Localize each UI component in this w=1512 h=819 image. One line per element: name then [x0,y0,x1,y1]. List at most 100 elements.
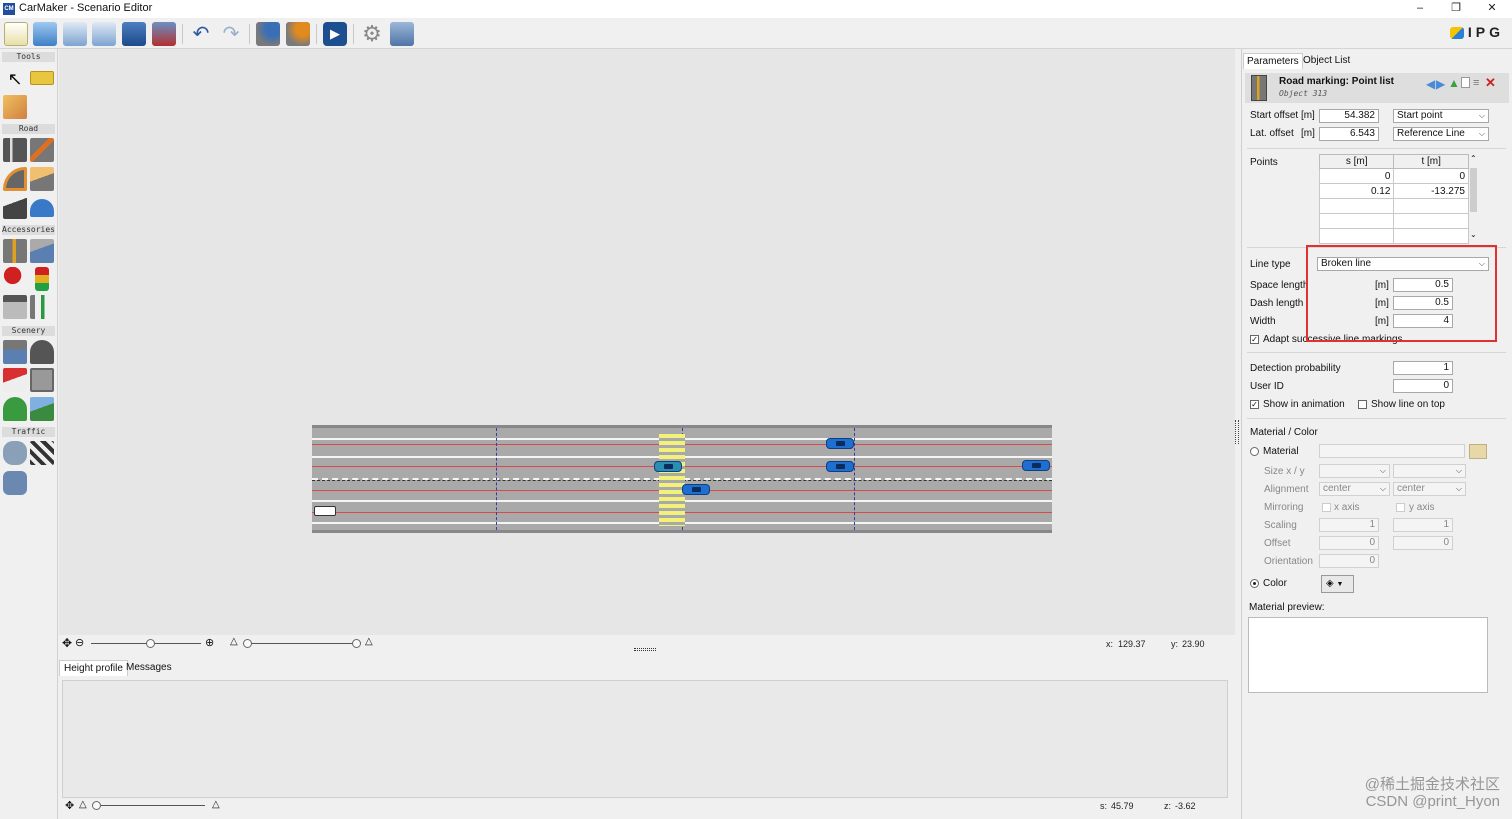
landscape-icon[interactable] [30,397,54,421]
restore-button[interactable]: ❐ [1438,0,1474,18]
lane-icon[interactable] [3,195,27,219]
pan-icon[interactable]: ✥ [65,799,74,812]
select-arrow-icon[interactable]: ↖ [3,67,27,91]
scale-low-icon[interactable]: △ [79,799,87,810]
tilt-slider-knob-right[interactable] [352,639,361,648]
table-cell[interactable] [1393,198,1469,214]
table-cell[interactable] [1393,228,1469,244]
table-cell[interactable] [1318,213,1395,229]
table-row[interactable] [1318,198,1469,214]
points-table[interactable]: s [m] t [m] 0 0 0.12 -13.275 [1318,154,1469,244]
lat-offset-mode-select[interactable]: Reference Line ⌵ [1393,127,1489,141]
display-icon[interactable] [390,22,414,46]
tilt-high-icon[interactable]: △ [365,636,373,647]
route-flag-icon[interactable] [30,441,54,465]
delete-icon[interactable]: ✕ [1485,75,1496,91]
save-as-icon[interactable] [152,22,176,46]
folder-icon[interactable] [1469,444,1487,459]
traffic-car[interactable] [826,461,854,472]
profile-slider-track[interactable] [93,805,205,806]
start-offset-mode-select[interactable]: Start point ⌵ [1393,109,1489,123]
table-cell[interactable] [1393,213,1469,229]
tab-messages[interactable]: Messages [122,660,176,676]
document-icon[interactable] [1461,77,1470,88]
table-cell[interactable]: -13.275 [1393,183,1469,199]
table-cell[interactable] [1318,228,1395,244]
show-in-animation-checkbox[interactable]: ✓ [1250,400,1259,409]
nav-back-icon[interactable]: ◀ [1426,77,1435,91]
show-line-on-top-checkbox[interactable] [1358,400,1367,409]
side-splitter-handle[interactable] [1235,420,1239,444]
splitter-handle[interactable] [634,648,656,651]
slope-icon[interactable] [30,167,54,191]
scrollbar-thumb[interactable] [1470,168,1477,212]
tunnel-icon[interactable] [30,340,54,364]
color-radio[interactable] [1250,579,1259,588]
road-marking-icon[interactable] [3,239,27,263]
tab-object-list[interactable]: Object List [1300,53,1353,69]
tilt-low-icon[interactable]: △ [230,636,238,647]
straight-road-icon[interactable] [3,138,27,162]
menu-icon[interactable]: ≡ [1473,77,1479,89]
traffic-car[interactable] [826,438,854,449]
road-info-icon[interactable] [256,22,280,46]
junction-icon[interactable] [30,138,54,162]
scroll-down-icon[interactable]: ⌄ [1470,230,1477,239]
ruler-icon[interactable] [30,71,54,85]
vehicle-icon[interactable] [3,471,27,495]
profile-slider-knob[interactable] [92,801,101,810]
adapt-checkbox[interactable]: ✓ [1250,335,1259,344]
lat-offset-input[interactable]: 6.543 [1319,127,1379,141]
minimize-button[interactable]: – [1402,0,1438,18]
traffic-car[interactable] [682,484,710,495]
crosswalk[interactable] [659,434,685,526]
scenario-canvas[interactable] [59,49,1235,635]
export-icon[interactable] [92,22,116,46]
table-row[interactable] [1318,228,1469,244]
marker-post-icon[interactable] [30,295,54,319]
bump-icon[interactable] [30,199,54,217]
color-picker-button[interactable]: ◈ ▼ [1321,575,1354,593]
save-icon[interactable] [122,22,146,46]
detection-probability-input[interactable]: 1 [1393,361,1453,375]
table-cell[interactable]: 0 [1318,168,1395,184]
bridge-icon[interactable] [3,340,27,364]
tab-parameters[interactable]: Parameters [1243,53,1303,69]
curve-road-icon[interactable] [3,167,27,191]
material-radio[interactable] [1250,447,1259,456]
table-cell[interactable]: 0 [1393,168,1469,184]
traffic-car[interactable] [1022,460,1050,471]
table-cell[interactable] [1318,198,1395,214]
play-icon[interactable]: ▶ [323,22,347,46]
road-check-icon[interactable] [286,22,310,46]
points-scrollbar[interactable]: ⌃ ⌄ [1469,154,1479,242]
road-segment[interactable] [312,425,1052,533]
table-row[interactable]: 0 0 [1318,168,1469,184]
zoom-slider-knob[interactable] [146,639,155,648]
table-row[interactable]: 0.12 -13.275 [1318,183,1469,199]
ego-vehicle[interactable] [314,506,336,516]
stop-sign-icon[interactable] [3,267,27,291]
import-icon[interactable] [63,22,87,46]
open-folder-icon[interactable] [33,22,57,46]
user-id-input[interactable]: 0 [1393,379,1453,393]
tree-icon[interactable] [3,397,27,421]
zoom-in-icon[interactable]: ⊕ [205,636,214,649]
tilt-slider-knob-left[interactable] [243,639,252,648]
barrier-icon[interactable] [3,295,27,319]
map-icon[interactable] [3,95,27,119]
nav-up-icon[interactable]: ▲ [1448,76,1460,90]
traffic-car-icon[interactable] [3,441,27,465]
tilt-slider-track[interactable] [245,643,359,644]
zoom-out-icon[interactable]: ⊖ [75,636,84,649]
camera-icon[interactable] [30,368,54,392]
tab-height-profile[interactable]: Height profile [59,660,128,676]
undo-icon[interactable]: ↶ [189,22,213,46]
table-row[interactable] [1318,213,1469,229]
nav-forward-icon[interactable]: ▶ [1436,77,1445,91]
redo-icon[interactable]: ↷ [219,22,243,46]
new-file-icon[interactable] [4,22,28,46]
scale-high-icon[interactable]: △ [212,799,220,810]
table-cell[interactable]: 0.12 [1318,183,1395,199]
bridge-road-icon[interactable] [30,239,54,263]
